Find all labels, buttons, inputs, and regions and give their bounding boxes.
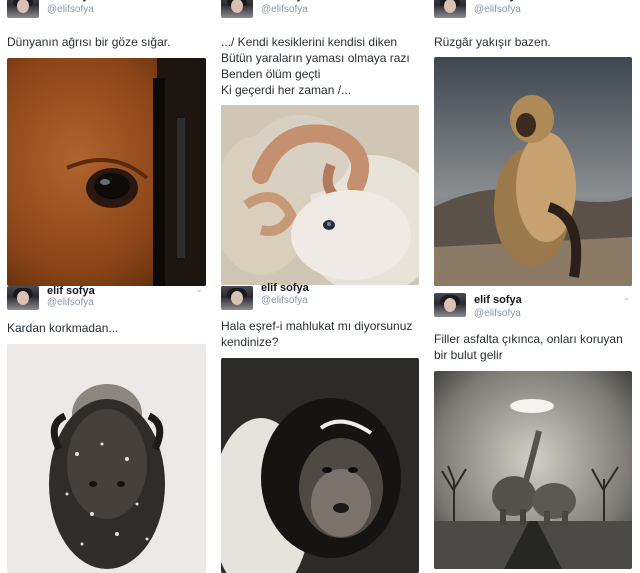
author-handle[interactable]: @elifsofya <box>47 4 94 15</box>
avatar[interactable] <box>7 286 39 310</box>
tweet-text: .../ Kendi kesiklerini kendisi diken Büt… <box>221 35 410 97</box>
tweet-card[interactable]: elif sofya @elifsofya ⌄ Filler asfalta ç… <box>434 287 634 569</box>
author-handle[interactable]: @elifsofya <box>261 4 308 15</box>
author-handle[interactable]: @elifsofya <box>261 295 308 306</box>
tweet-image-gelada-monkey[interactable] <box>434 57 632 286</box>
tweet-card[interactable]: elif sofya @elifsofya Rüzgâr yakışır baz… <box>434 0 634 286</box>
tweet-text: Dünyanın ağrısı bir göze sığar. <box>7 35 171 49</box>
avatar[interactable] <box>434 0 466 18</box>
tweet-card[interactable]: elif sofya @elifsofya Dünyanın ağrısı bi… <box>7 0 207 286</box>
author-name[interactable]: elif sofya <box>261 0 309 2</box>
tweet-text: Filler asfalta çıkınca, onları koruyan b… <box>434 332 623 362</box>
tweet-header: elif sofya @elifsofya <box>221 280 421 310</box>
author-handle[interactable]: @elifsofya <box>474 4 521 15</box>
author-name[interactable]: elif sofya <box>474 0 522 2</box>
author-name[interactable]: elif sofya <box>474 294 522 306</box>
avatar[interactable] <box>434 293 466 317</box>
tweet-text: Kardan korkmadan... <box>7 321 119 335</box>
author-name[interactable]: elif sofya <box>47 0 95 2</box>
tweet-image-ram[interactable] <box>221 105 419 285</box>
tweet-text: Rüzgâr yakışır bazen. <box>434 35 551 49</box>
author-name[interactable]: elif sofya <box>261 282 309 294</box>
tweet-image-colobus-monkey[interactable] <box>221 358 419 573</box>
tweet-image-elephants-cloud[interactable] <box>434 371 632 569</box>
tweet-text: Hala eşref-i mahlukat mı diyorsunuz kend… <box>221 319 413 349</box>
avatar[interactable] <box>7 0 39 18</box>
tweet-header: elif sofya @elifsofya ⌄ <box>434 287 634 319</box>
tweet-header: elif sofya @elifsofya <box>7 0 207 20</box>
tweet-header: elif sofya @elifsofya <box>221 0 421 20</box>
tweet-header: elif sofya @elifsofya <box>434 0 634 20</box>
tweet-image-snowy-bison[interactable] <box>7 344 206 573</box>
tweet-header: elif sofya @elifsofya ⌄ <box>7 280 207 310</box>
tweet-card[interactable]: elif sofya @elifsofya Hala eşref-i mahlu… <box>221 280 421 573</box>
avatar[interactable] <box>221 286 253 310</box>
author-handle[interactable]: @elifsofya <box>474 308 521 319</box>
author-handle[interactable]: @elifsofya <box>47 297 94 308</box>
avatar[interactable] <box>221 0 253 18</box>
chevron-down-icon[interactable]: ⌄ <box>622 292 630 303</box>
tweet-image-horse-eye[interactable] <box>7 58 206 286</box>
chevron-down-icon[interactable]: ⌄ <box>195 284 203 295</box>
tweet-card[interactable]: elif sofya @elifsofya .../ Kendi kesikle… <box>221 0 421 285</box>
author-name[interactable]: elif sofya <box>47 285 95 297</box>
tweet-card[interactable]: elif sofya @elifsofya ⌄ Kardan korkmadan… <box>7 280 207 573</box>
